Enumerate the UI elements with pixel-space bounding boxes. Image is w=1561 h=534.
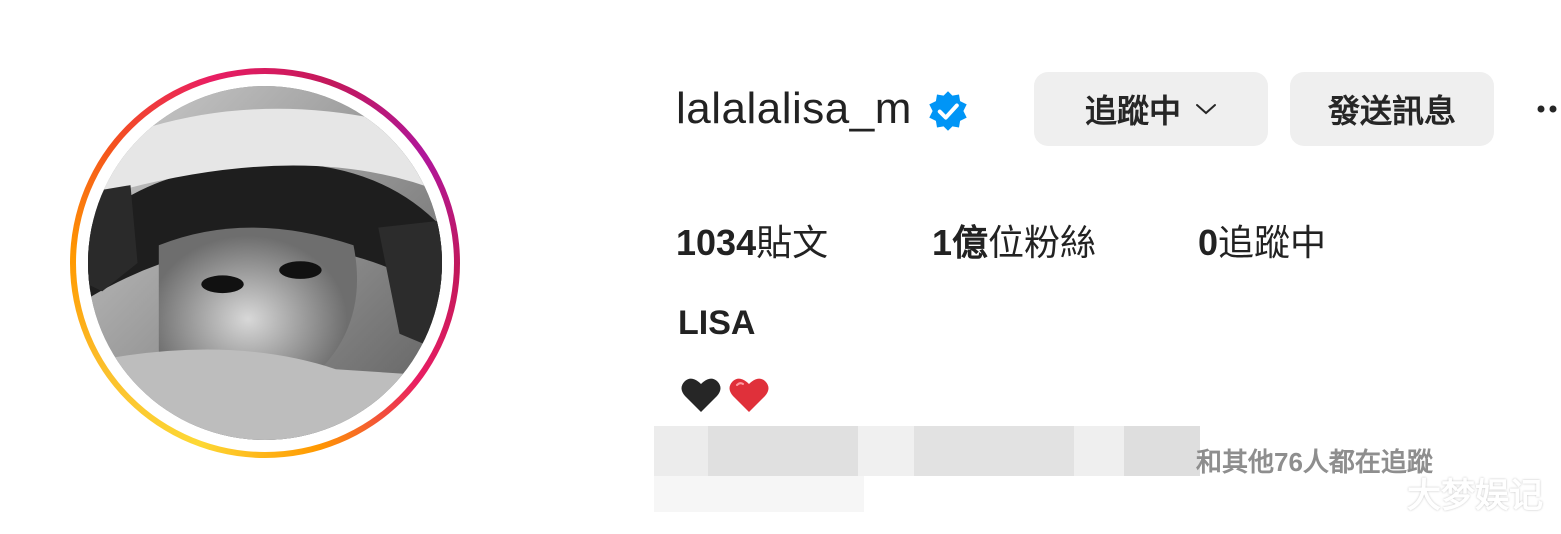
posts-count: 1034: [676, 222, 757, 263]
avatar-frame: [76, 74, 454, 452]
blurred-area: [914, 426, 1074, 476]
full-name: LISA: [678, 304, 756, 342]
following-label: 追蹤中: [1218, 222, 1327, 263]
more-options-icon[interactable]: [1536, 104, 1561, 114]
blurred-area: [654, 426, 710, 476]
blurred-area: [654, 476, 864, 512]
profile-avatar-ring[interactable]: [70, 68, 460, 458]
followed-by-text[interactable]: 和其他76人都在追蹤: [1196, 442, 1433, 479]
followers-label: 位粉絲: [988, 222, 1097, 263]
red-heart-icon: [729, 378, 769, 412]
avatar[interactable]: [88, 86, 442, 440]
send-message-button[interactable]: 發送訊息: [1290, 72, 1494, 146]
blurred-area: [1124, 426, 1200, 476]
blurred-area: [708, 426, 858, 476]
bio: [680, 376, 770, 414]
watermark: 大梦娱记: [1407, 477, 1543, 515]
following-dropdown-button[interactable]: 追蹤中: [1034, 72, 1268, 146]
verified-badge-icon: [929, 91, 967, 131]
following-count: 0: [1198, 222, 1219, 263]
following-button-label: 追蹤中: [1084, 93, 1181, 129]
blurred-area: [858, 426, 914, 476]
blurred-area: [1074, 426, 1124, 476]
chevron-down-icon: [1196, 104, 1216, 115]
posts-count-stat: 1034 貼文: [676, 214, 828, 266]
posts-label: 貼文: [756, 222, 829, 263]
username: lalalalisa_m: [676, 84, 912, 133]
followers-count: 1億: [932, 222, 989, 263]
avatar-photo-icon: [88, 86, 442, 440]
black-heart-icon: [681, 378, 721, 412]
profile-page: lalalalisa_m 追蹤中 發送訊息 1034 貼文 1億 位粉絲 0 追…: [0, 0, 1561, 534]
following-stat[interactable]: 0 追蹤中: [1198, 214, 1326, 266]
followers-stat[interactable]: 1億 位粉絲: [932, 214, 1096, 266]
send-message-label: 發送訊息: [1327, 93, 1456, 129]
